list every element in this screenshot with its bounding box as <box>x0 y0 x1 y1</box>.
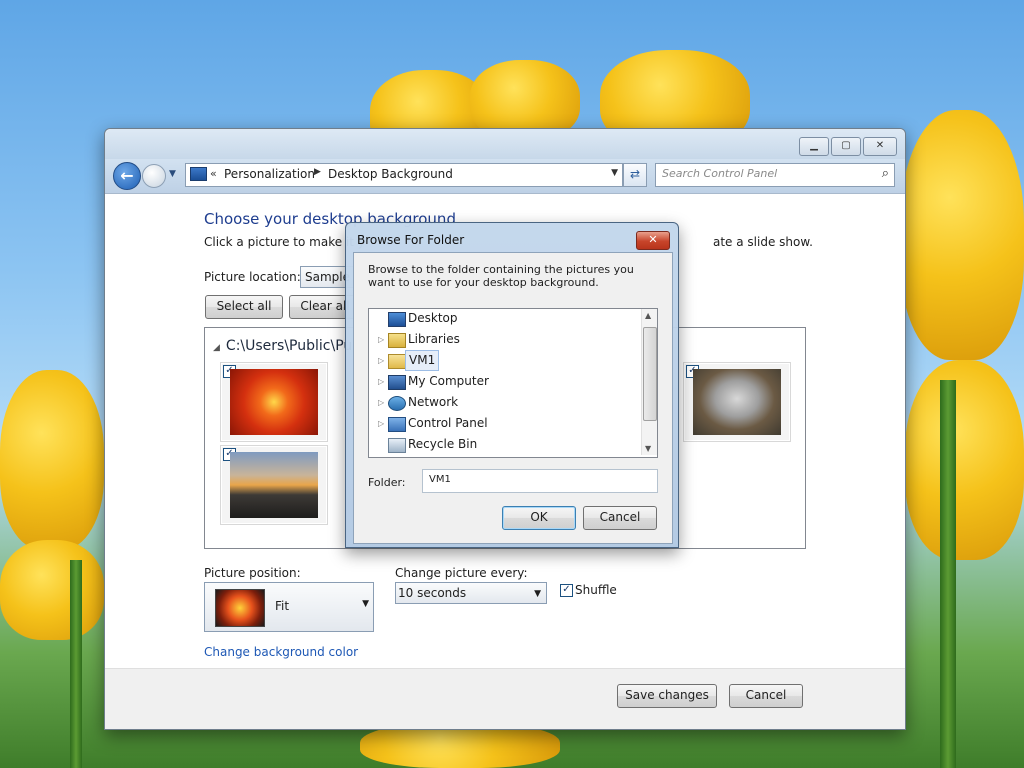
thumbnail-koala[interactable]: ✓ <box>683 362 791 442</box>
refresh-button[interactable]: ⇄ <box>623 163 647 187</box>
folder-label: Folder: <box>368 476 406 489</box>
change-interval-select[interactable]: 10 seconds ▼ <box>395 582 547 604</box>
navigation-bar: ← ▼ « Personalization ▶ Desktop Backgrou… <box>105 159 905 194</box>
tree-item-label: VM1 <box>405 350 440 371</box>
footer-bar: Save changes Cancel <box>105 668 905 729</box>
change-background-color-link[interactable]: Change background color <box>204 645 358 659</box>
title-bar: ▁ ▢ ✕ <box>105 129 905 159</box>
breadcrumb-overflow[interactable]: « <box>210 167 217 180</box>
expand-icon[interactable]: ▷ <box>378 351 384 370</box>
shuffle-label[interactable]: Shuffle <box>575 583 617 597</box>
page-description: Click a picture to make it y <box>204 235 365 249</box>
network-icon <box>388 396 406 411</box>
forward-button[interactable] <box>142 164 166 188</box>
shuffle-checkbox[interactable]: ✓ <box>560 584 573 597</box>
tulip-decoration <box>0 370 104 550</box>
browse-for-folder-dialog: Browse For Folder ✕ Browse to the folder… <box>345 222 679 548</box>
close-button[interactable]: ✕ <box>863 137 897 156</box>
tree-item-label: Libraries <box>408 332 460 346</box>
thumbnail-lighthouse[interactable]: ✓ <box>220 445 328 525</box>
select-all-button[interactable]: Select all <box>205 295 283 319</box>
scroll-up-icon[interactable]: ▲ <box>645 311 651 320</box>
tree-item-label: Recycle Bin <box>408 437 478 451</box>
dialog-title: Browse For Folder <box>357 233 465 247</box>
recycle-bin-icon <box>388 438 406 453</box>
user-folder-icon <box>388 354 406 369</box>
expand-icon[interactable]: ▷ <box>378 330 384 349</box>
search-input[interactable]: Search Control Panel <box>662 167 777 180</box>
tulip-decoration <box>900 110 1024 360</box>
maximize-button[interactable]: ▢ <box>831 137 861 156</box>
expand-icon[interactable]: ▷ <box>378 393 384 412</box>
back-button[interactable]: ← <box>113 162 141 190</box>
tulip-decoration <box>905 360 1024 560</box>
dialog-close-button[interactable]: ✕ <box>636 231 670 250</box>
scrollbar-thumb[interactable] <box>643 327 657 421</box>
expand-icon[interactable]: ▷ <box>378 414 384 433</box>
tree-item-label: Network <box>408 395 459 409</box>
thumbnail-flower[interactable]: ✓ <box>220 362 328 442</box>
koala-image <box>693 369 781 435</box>
search-icon[interactable]: ⌕ <box>882 166 889 181</box>
folder-field[interactable]: VM1 <box>422 469 658 493</box>
dialog-cancel-button[interactable]: Cancel <box>583 506 657 530</box>
breadcrumb-personalization[interactable]: Personalization <box>224 167 315 181</box>
chevron-down-icon: ▼ <box>534 589 541 599</box>
picture-position-value: Fit <box>275 599 290 613</box>
change-interval-value: 10 seconds <box>398 586 467 600</box>
stem-decoration <box>940 380 956 768</box>
dialog-instruction: Browse to the folder containing the pict… <box>368 263 634 289</box>
computer-icon <box>388 375 406 390</box>
search-box[interactable]: Search Control Panel ⌕ <box>655 163 895 187</box>
picture-location-label: Picture location: <box>204 270 301 284</box>
flower-image <box>230 369 318 435</box>
address-bar[interactable]: « Personalization ▶ Desktop Background ▼ <box>185 163 623 187</box>
collapse-icon[interactable]: ◢ <box>213 343 220 353</box>
breadcrumb-desktop-background[interactable]: Desktop Background <box>328 167 453 181</box>
cancel-button[interactable]: Cancel <box>729 684 803 708</box>
desktop-icon <box>388 312 406 327</box>
folder-group-header[interactable]: ◢ C:\Users\Public\Pu <box>213 338 352 354</box>
dialog-body: Browse to the folder containing the pict… <box>353 252 673 544</box>
control-panel-icon <box>190 167 207 181</box>
change-picture-label: Change picture every: <box>395 566 528 580</box>
scroll-down-icon[interactable]: ▼ <box>645 444 651 453</box>
lighthouse-image <box>230 452 318 518</box>
folder-path: C:\Users\Public\Pu <box>225 338 353 354</box>
page-description-end: ate a slide show. <box>713 235 813 249</box>
recent-pages-button[interactable]: ▼ <box>169 169 176 179</box>
tree-item-label: Control Panel <box>408 416 488 430</box>
address-dropdown-icon[interactable]: ▼ <box>611 168 618 178</box>
folder-value: VM1 <box>429 474 451 485</box>
picture-position-select[interactable]: Fit ▼ <box>204 582 374 632</box>
tree-item-label: My Computer <box>408 374 489 388</box>
libraries-icon <box>388 333 406 348</box>
minimize-button[interactable]: ▁ <box>799 137 829 156</box>
control-panel-icon <box>388 417 406 432</box>
tree-item-label: Desktop <box>408 311 458 325</box>
folder-tree[interactable]: Desktop ▷ Libraries ▷ VM1 ▷ My Computer … <box>368 308 658 458</box>
ok-button[interactable]: OK <box>502 506 576 530</box>
chevron-down-icon: ▼ <box>362 599 369 609</box>
tree-scrollbar[interactable]: ▲ ▼ <box>641 309 657 455</box>
breadcrumb-arrow-icon[interactable]: ▶ <box>314 167 321 177</box>
save-changes-button[interactable]: Save changes <box>617 684 717 708</box>
position-preview-image <box>215 589 265 627</box>
expand-icon[interactable]: ▷ <box>378 372 384 391</box>
stem-decoration <box>70 560 82 768</box>
picture-position-label: Picture position: <box>204 566 301 580</box>
tulip-decoration <box>0 540 104 640</box>
